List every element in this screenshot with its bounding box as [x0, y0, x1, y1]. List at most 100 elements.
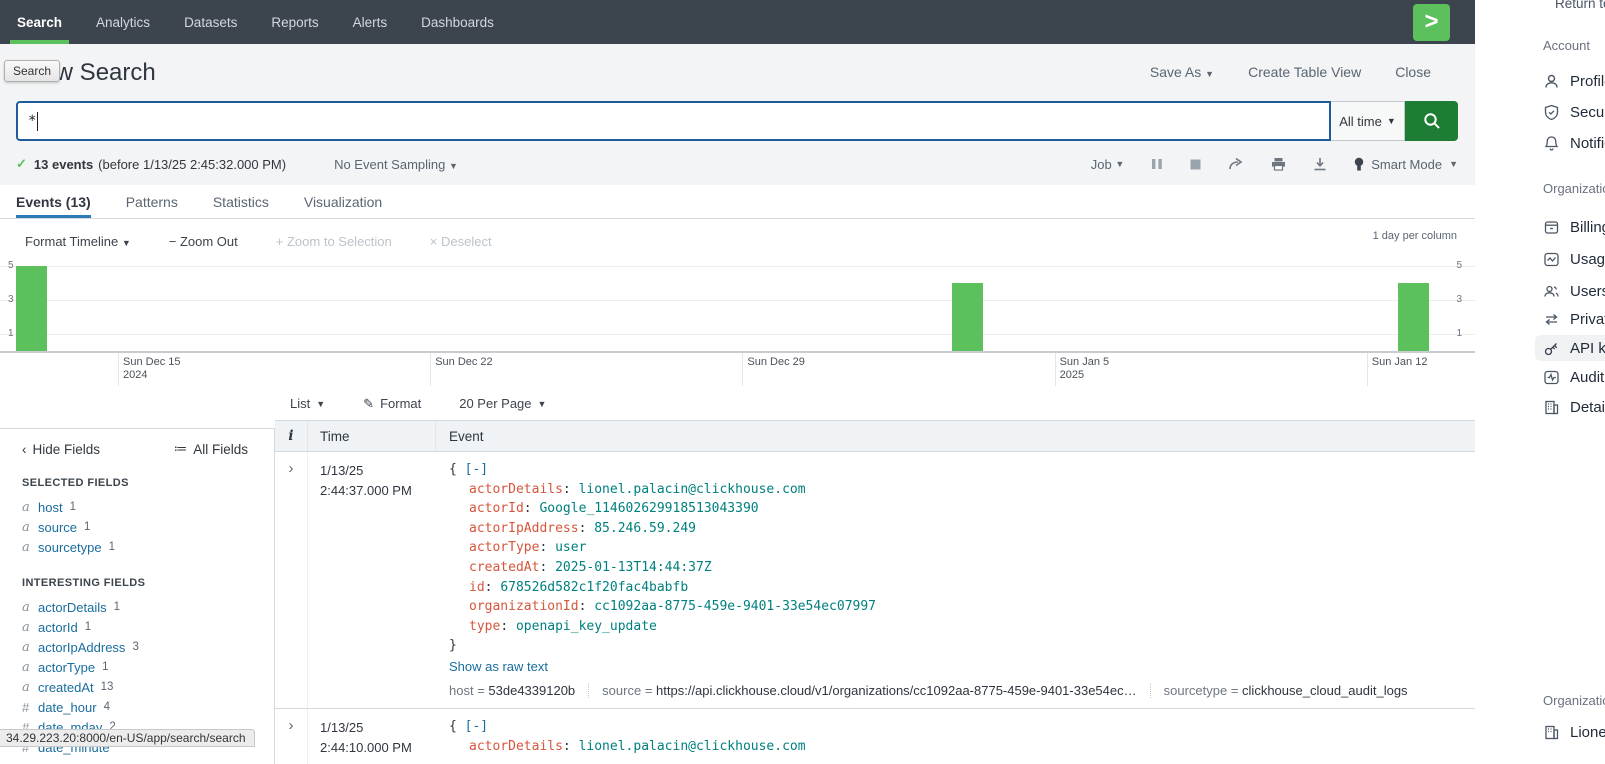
event-body: { [-] actorDetails: lionel.palacin@click… — [436, 709, 1475, 764]
meta-host[interactable]: host = 53de4339120b — [449, 683, 588, 698]
json-key[interactable]: createdAt — [469, 560, 539, 575]
menu-item-notifications[interactable]: Notifications — [1535, 130, 1605, 156]
job-menu[interactable]: Job ▼ — [1091, 157, 1125, 172]
field-actorId[interactable]: aactorId1 — [22, 617, 248, 637]
time-range-picker[interactable]: All time▼ — [1331, 101, 1405, 141]
format-timeline-menu[interactable]: Format Timeline ▼ — [25, 234, 131, 249]
menu-item-api-keys[interactable]: API keys — [1535, 335, 1605, 361]
json-key[interactable]: actorDetails — [469, 739, 563, 754]
format-results-menu[interactable]: ✎ Format — [363, 396, 421, 412]
print-button[interactable] — [1271, 157, 1286, 171]
nav-item-datasets[interactable]: Datasets — [167, 0, 254, 44]
nav-item-analytics[interactable]: Analytics — [79, 0, 167, 44]
nav-item-alerts[interactable]: Alerts — [336, 0, 405, 44]
event-row: › 1/13/25 2:44:10.000 PM { [-] actorDeta… — [275, 709, 1475, 764]
string-field-icon: a — [22, 600, 38, 615]
json-key[interactable]: organizationId — [469, 599, 579, 614]
histogram-bar[interactable] — [16, 266, 47, 351]
field-actorDetails[interactable]: aactorDetails1 — [22, 597, 248, 617]
histogram-bar[interactable] — [1398, 283, 1429, 351]
json-value[interactable]: openapi_key_update — [516, 619, 657, 634]
json-value[interactable]: 2025-01-13T14:44:37Z — [555, 560, 712, 575]
field-createdAt[interactable]: acreatedAt13 — [22, 677, 248, 697]
json-value[interactable]: user — [555, 540, 586, 555]
event-sampling-menu[interactable]: No Event Sampling ▼ — [334, 157, 458, 172]
menu-item-profile[interactable]: Profile — [1535, 68, 1605, 94]
field-date_hour[interactable]: #date_hour4 — [22, 697, 248, 717]
export-button[interactable] — [1313, 157, 1327, 171]
save-as-button[interactable]: Save As ▼ — [1150, 64, 1214, 80]
search-query: * — [28, 113, 36, 129]
collapse-json-link[interactable]: [-] — [465, 462, 488, 477]
nav-item-dashboards[interactable]: Dashboards — [404, 0, 511, 44]
json-value[interactable]: 85.246.59.249 — [594, 521, 696, 536]
share-button[interactable] — [1228, 157, 1244, 171]
pause-button[interactable] — [1151, 158, 1163, 170]
json-key[interactable]: actorType — [469, 540, 539, 555]
users-icon — [1543, 283, 1560, 300]
json-value[interactable]: Google_114602629918513043390 — [539, 501, 758, 516]
y-tick-label: 5 — [8, 260, 14, 271]
timeline-scale-note: 1 day per column — [1373, 230, 1457, 242]
splunk-logo-icon[interactable]: > — [1413, 4, 1450, 41]
json-value[interactable]: lionel.palacin@clickhouse.com — [579, 482, 806, 497]
events-table: i Time Event › 1/13/25 2:44:37.000 PM { … — [275, 420, 1475, 764]
json-value[interactable]: cc1092aa-8775-459e-9401-33e54ec07997 — [594, 599, 876, 614]
tab-patterns[interactable]: Patterns — [126, 185, 178, 218]
menu-item-billing[interactable]: Billing — [1535, 214, 1605, 240]
json-value[interactable]: 678526d582c1f20fac4babfb — [500, 580, 688, 595]
tab-statistics[interactable]: Statistics — [213, 185, 269, 218]
nav-item-reports[interactable]: Reports — [254, 0, 335, 44]
menu-item-usage[interactable]: Usage — [1535, 246, 1605, 272]
y-gridline — [0, 266, 1475, 267]
meta-source[interactable]: source = https://api.clickhouse.cloud/v1… — [588, 683, 1149, 698]
menu-item-users[interactable]: Users — [1535, 278, 1605, 304]
collapse-json-link[interactable]: [-] — [465, 719, 488, 734]
meta-sourcetype[interactable]: sourcetype = clickhouse_cloud_audit_logs — [1150, 683, 1421, 698]
timeline-chart[interactable]: 113355 — [0, 258, 1475, 352]
chevron-left-icon: ‹ — [22, 442, 27, 457]
show-raw-text-link[interactable]: Show as raw text — [449, 659, 1461, 674]
field-sourcetype[interactable]: asourcetype1 — [22, 537, 248, 557]
tab-visualization[interactable]: Visualization — [304, 185, 382, 218]
time-column-header: Time — [308, 421, 436, 451]
json-key[interactable]: actorIpAddress — [469, 521, 579, 536]
expand-row-chevron-icon[interactable]: › — [289, 460, 294, 477]
json-key[interactable]: actorDetails — [469, 482, 563, 497]
x-tick-mark — [742, 353, 743, 386]
search-input[interactable]: * — [16, 101, 1331, 141]
zoom-out-button[interactable]: − Zoom Out — [169, 234, 238, 249]
json-key[interactable]: id — [469, 580, 485, 595]
deselect-button[interactable]: × Deselect — [430, 234, 492, 249]
json-key[interactable]: type — [469, 619, 500, 634]
stop-button[interactable] — [1190, 159, 1201, 170]
field-source[interactable]: asource1 — [22, 517, 248, 537]
field-actorType[interactable]: aactorType1 — [22, 657, 248, 677]
create-table-view-button[interactable]: Create Table View — [1248, 64, 1361, 80]
nav-item-search[interactable]: Search — [0, 0, 79, 44]
menu-item-private[interactable]: Private — [1535, 306, 1605, 332]
menu-item-organization-lionel[interactable]: Lionel — [1535, 719, 1605, 745]
list-view-menu[interactable]: List ▼ — [290, 396, 325, 411]
histogram-bar[interactable] — [952, 283, 983, 351]
x-tick-mark — [430, 353, 431, 386]
key-icon — [1543, 340, 1560, 357]
smart-mode-menu[interactable]: Smart Mode ▼ — [1354, 157, 1458, 172]
all-fields-button[interactable]: ≔All Fields — [174, 441, 248, 457]
menu-item-audit[interactable]: Audit — [1535, 364, 1604, 390]
field-actorIpAddress[interactable]: aactorIpAddress3 — [22, 637, 248, 657]
tab-events[interactable]: Events (13) — [16, 185, 91, 218]
zoom-to-selection-button[interactable]: + Zoom to Selection — [276, 234, 392, 249]
expand-row-chevron-icon[interactable]: › — [289, 717, 294, 734]
close-button[interactable]: Close — [1395, 64, 1431, 80]
field-host[interactable]: ahost1 — [22, 497, 248, 517]
y-gridline — [0, 300, 1475, 301]
json-value[interactable]: lionel.palacin@clickhouse.com — [579, 739, 806, 754]
hide-fields-button[interactable]: ‹Hide Fields — [22, 441, 100, 457]
per-page-menu[interactable]: 20 Per Page ▼ — [459, 396, 546, 411]
return-to-link[interactable]: Return to — [1555, 0, 1605, 11]
json-key[interactable]: actorId — [469, 501, 524, 516]
search-button[interactable] — [1405, 101, 1458, 141]
menu-item-security[interactable]: Security — [1535, 99, 1605, 125]
menu-item-details[interactable]: Details — [1535, 394, 1605, 420]
